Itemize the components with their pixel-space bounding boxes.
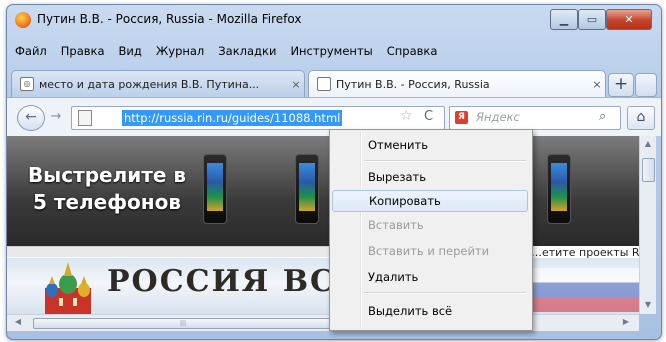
page-identity-icon[interactable]: [78, 110, 92, 126]
menu-copy[interactable]: Копировать: [332, 190, 528, 212]
bookmark-star-icon[interactable]: ☆: [400, 108, 413, 124]
url-bar[interactable]: http://russia.rin.ru/guides/11088.html ☆…: [71, 106, 445, 130]
menu-file[interactable]: Файл: [15, 41, 47, 61]
russia-site-banner[interactable]: РОССИЯ ВСЯ: [7, 258, 639, 314]
kremlin-logo: [45, 262, 91, 314]
vertical-scrollbar[interactable]: ▲ ▼: [639, 136, 656, 314]
phone-image: [203, 154, 227, 224]
menu-delete[interactable]: Удалить: [332, 266, 528, 288]
menu-tools[interactable]: Инструменты: [290, 41, 372, 61]
search-icon[interactable]: ⌕: [599, 109, 606, 124]
url-context-menu: Отменить Вырезать Копировать Вставить Вс…: [329, 129, 533, 331]
browser-window: Путин В.В. - Россия, Russia - Mozilla Fi…: [6, 4, 662, 340]
forward-button[interactable]: →: [45, 108, 67, 126]
tab-bar: ◎ место и дата рождения В.В. Путина... ×…: [7, 67, 661, 97]
scroll-up-icon[interactable]: ▲: [643, 139, 653, 149]
minimize-button[interactable]: ▁: [550, 9, 578, 30]
title-bar[interactable]: Путин В.В. - Россия, Russia - Mozilla Fi…: [7, 5, 661, 35]
menu-history[interactable]: Журнал: [156, 41, 204, 61]
tab-list-button[interactable]: [635, 73, 657, 97]
search-placeholder: Яндекс: [476, 110, 520, 124]
firefox-icon: [15, 12, 31, 28]
phone-image: [547, 154, 571, 224]
phone-image: [295, 154, 319, 224]
menu-separator: [364, 160, 526, 162]
close-icon: ✕: [624, 13, 634, 26]
reload-icon[interactable]: C: [424, 109, 433, 124]
page-content: Выстрелите в 5 телефонов …етите проекты …: [7, 136, 639, 314]
banner-title: Выстрелите в 5 телефонов: [27, 163, 187, 214]
menu-edit[interactable]: Правка: [61, 41, 105, 61]
scroll-down-icon[interactable]: ▼: [643, 300, 653, 310]
url-text-selected[interactable]: http://russia.rin.ru/guides/11088.html: [122, 110, 343, 126]
search-box[interactable]: Я Яндекс ⌕: [449, 106, 621, 130]
scroll-left-icon[interactable]: ◀: [13, 317, 23, 327]
new-tab-button[interactable]: +: [608, 73, 634, 97]
russia-banner-text: РОССИЯ ВСЯ: [107, 264, 365, 299]
maximize-button[interactable]: ▭: [578, 9, 606, 30]
tab-putin[interactable]: Путин В.В. - Россия, Russia ×: [308, 70, 606, 97]
page-favicon-icon: ◎: [20, 77, 34, 91]
menu-help[interactable]: Справка: [387, 41, 438, 61]
tab-label: место и дата рождения В.В. Путина...: [39, 77, 260, 91]
scroll-right-icon[interactable]: ▶: [621, 317, 631, 327]
phones-ad-banner[interactable]: Выстрелите в 5 телефонов: [7, 136, 639, 246]
tab-label: Путин В.В. - Россия, Russia: [336, 77, 490, 91]
tab-birthplace[interactable]: ◎ место и дата рождения В.В. Путина... ×: [11, 70, 305, 97]
horizontal-scroll-thumb[interactable]: |||: [33, 318, 333, 329]
menu-separator: [364, 292, 526, 294]
tab-close-icon[interactable]: ×: [288, 78, 304, 91]
yandex-engine-icon[interactable]: Я: [455, 111, 468, 124]
menu-undo[interactable]: Отменить: [332, 134, 528, 156]
minimize-icon: ▁: [559, 13, 569, 26]
flag-graphic: [523, 268, 639, 312]
menu-paste[interactable]: Вставить: [332, 214, 528, 236]
home-button[interactable]: ⌂: [627, 106, 655, 130]
vertical-scroll-thumb[interactable]: [642, 158, 655, 182]
tab-close-icon[interactable]: ×: [589, 78, 605, 91]
page-icon: [317, 77, 331, 91]
menu-view[interactable]: Вид: [119, 41, 142, 61]
back-button[interactable]: ←: [17, 105, 45, 131]
menu-paste-and-go[interactable]: Вставить и перейти: [332, 240, 528, 262]
menu-bar: Файл Правка Вид Журнал Закладки Инструме…: [7, 41, 661, 61]
menu-cut[interactable]: Вырезать: [332, 166, 528, 188]
menu-select-all[interactable]: Выделить всё: [332, 300, 528, 322]
close-button[interactable]: ✕: [606, 9, 652, 30]
menu-bookmarks[interactable]: Закладки: [218, 41, 276, 61]
horizontal-scrollbar[interactable]: ◀ ||| ▶: [7, 314, 639, 331]
window-title: Путин В.В. - Россия, Russia - Mozilla Fi…: [37, 12, 302, 26]
maximize-icon: ▭: [586, 13, 598, 26]
